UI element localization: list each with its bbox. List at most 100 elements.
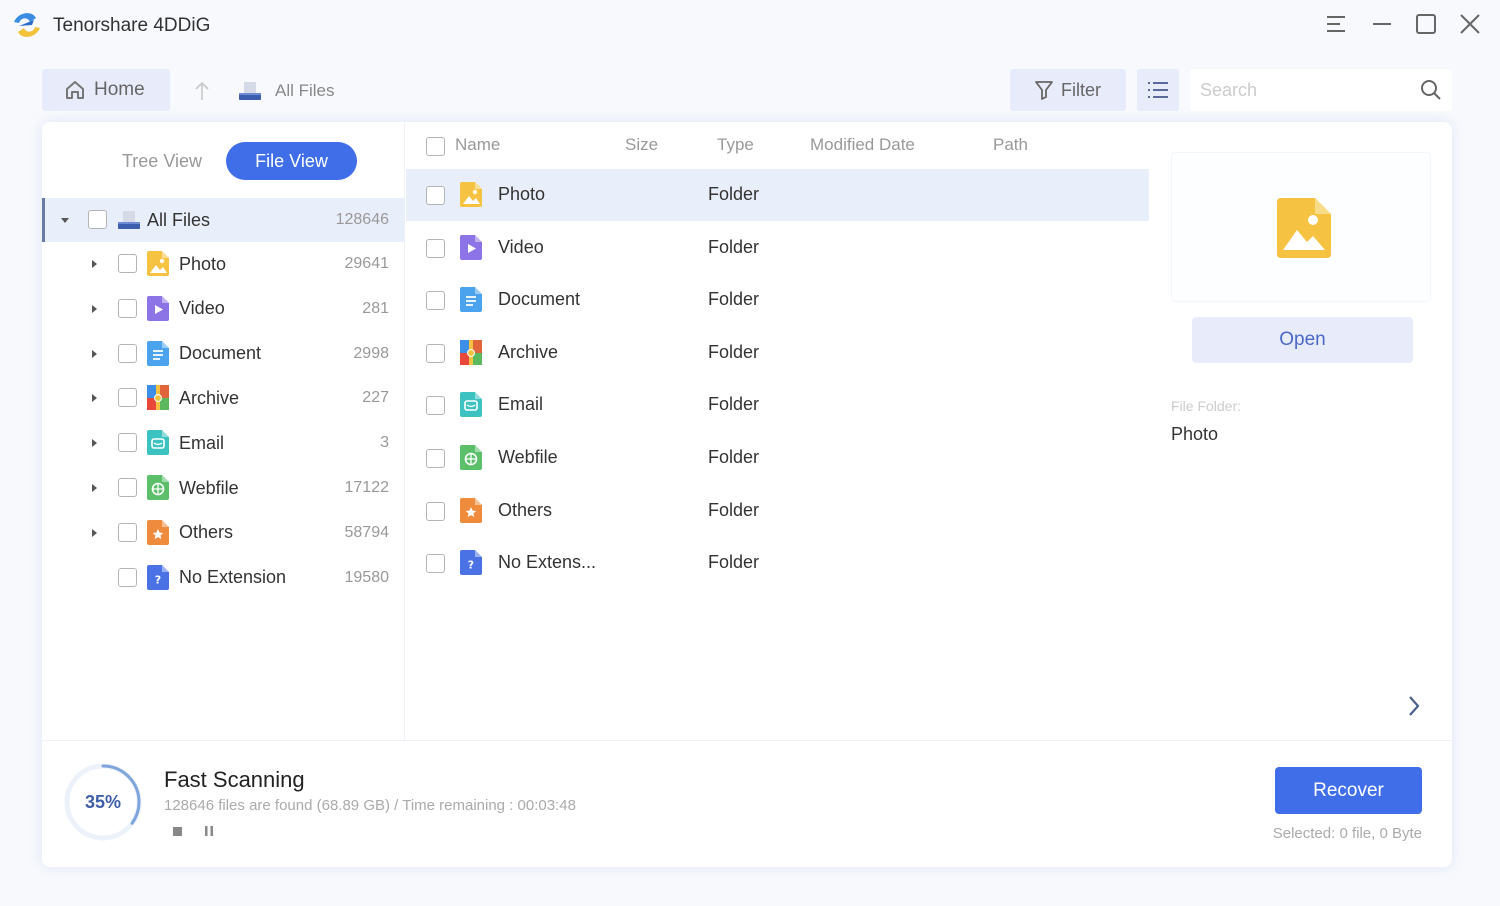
- tree-label: Photo: [179, 253, 227, 274]
- caret-right-icon[interactable]: [89, 483, 99, 493]
- table-row[interactable]: Others Folder: [406, 485, 1149, 537]
- checkbox[interactable]: [118, 343, 137, 363]
- document-icon: [460, 287, 482, 313]
- stop-button[interactable]: [170, 824, 184, 838]
- table-row[interactable]: Video Folder: [406, 222, 1149, 274]
- maximize-icon: [1416, 14, 1436, 34]
- row-checkbox[interactable]: [426, 501, 445, 521]
- filter-icon: [1035, 81, 1053, 100]
- next-button[interactable]: [1402, 692, 1426, 720]
- checkbox[interactable]: [118, 478, 137, 497]
- select-all-checkbox[interactable]: [426, 137, 445, 156]
- caret-right-icon[interactable]: [89, 259, 99, 269]
- stop-icon: [172, 826, 182, 836]
- preview-panel: Open File Folder: Photo: [1149, 122, 1452, 740]
- checkbox[interactable]: [88, 210, 107, 229]
- home-icon: [66, 81, 84, 99]
- search-input[interactable]: [1200, 69, 1410, 111]
- tree-label: Email: [179, 432, 225, 453]
- column-modified-date[interactable]: Modified Date: [810, 135, 915, 155]
- scan-subtitle: 128646 files are found (68.89 GB) / Time…: [164, 797, 576, 814]
- tree-item-photo[interactable]: Photo 29641: [42, 242, 405, 286]
- caret-right-icon[interactable]: [89, 528, 99, 538]
- filter-button[interactable]: Filter: [1010, 69, 1126, 111]
- tree-label: Webfile: [179, 477, 239, 498]
- row-name: Email: [498, 394, 544, 415]
- tab-file-view[interactable]: File View: [226, 142, 357, 180]
- recover-button[interactable]: Recover: [1275, 767, 1422, 814]
- row-checkbox[interactable]: [426, 238, 445, 258]
- row-checkbox[interactable]: [426, 554, 445, 574]
- tree-count: 281: [362, 299, 389, 317]
- tree-item-others[interactable]: Others 58794: [42, 511, 405, 555]
- others-icon: [460, 497, 482, 523]
- tree-item-document[interactable]: Document 2998: [42, 332, 405, 376]
- svg-text:?: ?: [468, 559, 474, 572]
- checkbox[interactable]: [118, 254, 137, 273]
- no-extension-icon: ?: [147, 564, 169, 590]
- svg-text:?: ?: [155, 573, 161, 586]
- table-row[interactable]: Email Folder: [406, 379, 1149, 431]
- pause-button[interactable]: [202, 824, 216, 838]
- drive-icon: [118, 211, 140, 229]
- pause-icon: [205, 826, 213, 836]
- no-extension-icon: ?: [460, 550, 482, 576]
- table-row[interactable]: Archive Folder: [406, 327, 1149, 379]
- column-path[interactable]: Path: [993, 135, 1028, 155]
- tree-label: No Extension: [179, 567, 287, 588]
- minimize-button[interactable]: [1368, 10, 1396, 38]
- table-row[interactable]: Photo Folder: [406, 169, 1149, 221]
- checkbox[interactable]: [118, 388, 137, 408]
- app-title: Tenorshare 4DDiG: [53, 15, 211, 36]
- row-type: Folder: [708, 341, 760, 362]
- column-name[interactable]: Name: [455, 135, 500, 155]
- list-view-button[interactable]: [1137, 69, 1179, 111]
- search-icon[interactable]: [1420, 79, 1442, 101]
- table-row[interactable]: Document Folder: [406, 274, 1149, 326]
- caret-right-icon[interactable]: [89, 438, 99, 448]
- row-checkbox[interactable]: [426, 291, 445, 311]
- checkbox[interactable]: [118, 298, 137, 318]
- row-checkbox[interactable]: [426, 186, 445, 205]
- progress-percent: 35%: [84, 791, 122, 812]
- checkbox[interactable]: [118, 567, 137, 587]
- row-name: Webfile: [498, 447, 558, 467]
- tree-item-email[interactable]: Email 3: [42, 421, 405, 465]
- up-arrow-icon[interactable]: [192, 80, 212, 102]
- tree-count: 128646: [335, 211, 389, 228]
- tree-count: 3: [380, 434, 389, 452]
- open-button[interactable]: Open: [1192, 317, 1413, 363]
- row-name: Photo: [498, 184, 546, 204]
- row-checkbox[interactable]: [426, 343, 445, 363]
- checkbox[interactable]: [118, 522, 137, 542]
- main-panel: Tree View File View All Files 128646 Pho…: [42, 122, 1452, 867]
- tree-item-all-files[interactable]: All Files 128646: [42, 198, 405, 242]
- tree-item-no-extension[interactable]: ? No Extension 19580: [42, 556, 405, 600]
- drive-icon: [239, 82, 261, 100]
- caret-down-icon[interactable]: [60, 215, 70, 225]
- caret-right-icon[interactable]: [89, 349, 99, 359]
- caret-right-icon[interactable]: [89, 304, 99, 314]
- menu-button[interactable]: [1322, 10, 1350, 38]
- column-type[interactable]: Type: [717, 135, 754, 155]
- table-row[interactable]: Webfile Folder: [406, 432, 1149, 484]
- chevron-right-icon: [1409, 696, 1420, 716]
- title-bar: Tenorshare 4DDiG: [0, 0, 1500, 55]
- row-checkbox[interactable]: [426, 396, 445, 416]
- home-button[interactable]: Home: [42, 69, 170, 111]
- row-checkbox[interactable]: [426, 449, 445, 468]
- table-row[interactable]: ? No Extens... Folder: [406, 537, 1149, 589]
- tree-item-webfile[interactable]: Webfile 17122: [42, 466, 405, 510]
- caret-right-icon[interactable]: [89, 393, 99, 403]
- breadcrumb-all-files[interactable]: All Files: [275, 81, 335, 101]
- column-size[interactable]: Size: [625, 135, 658, 155]
- row-type: Folder: [708, 236, 760, 257]
- photo-icon: [460, 182, 482, 207]
- close-button[interactable]: [1456, 10, 1484, 38]
- tree-item-video[interactable]: Video 281: [42, 287, 405, 331]
- tree-item-archive[interactable]: Archive 227: [42, 376, 405, 420]
- maximize-button[interactable]: [1412, 10, 1440, 38]
- tab-tree-view[interactable]: Tree View: [97, 142, 227, 180]
- tree-label: Others: [179, 522, 234, 543]
- checkbox[interactable]: [118, 433, 137, 453]
